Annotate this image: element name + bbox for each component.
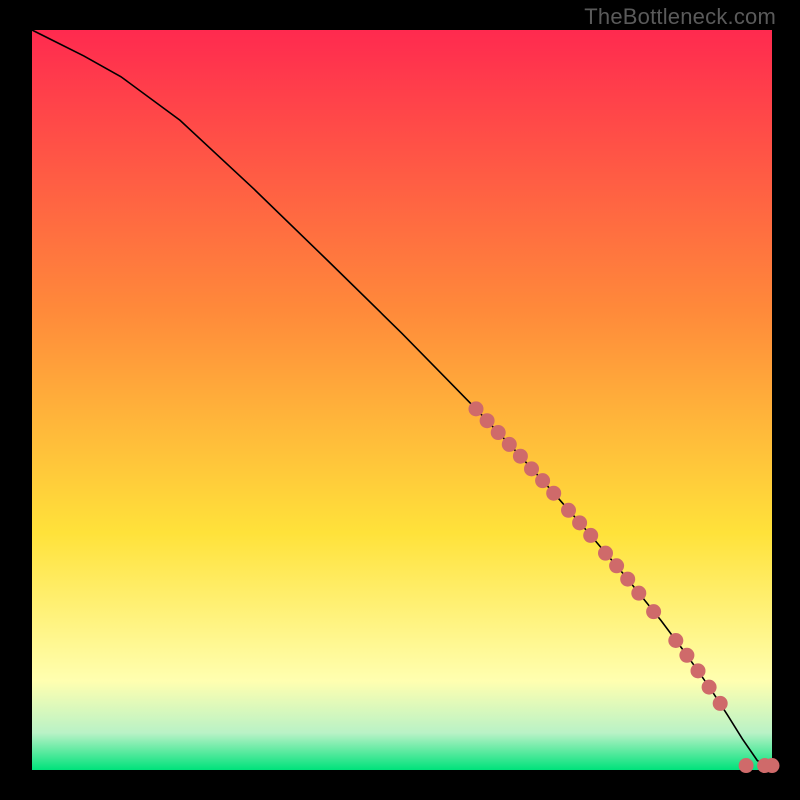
marker-point: [765, 758, 780, 773]
marker-point: [502, 437, 517, 452]
marker-point: [620, 572, 635, 587]
chart-stage: TheBottleneck.com: [0, 0, 800, 800]
marker-point: [713, 696, 728, 711]
marker-point: [535, 473, 550, 488]
marker-point: [513, 449, 528, 464]
marker-point: [480, 413, 495, 428]
marker-point: [524, 461, 539, 476]
plot-background: [32, 30, 772, 770]
marker-point: [646, 604, 661, 619]
marker-point: [469, 401, 484, 416]
marker-point: [668, 633, 683, 648]
marker-point: [691, 663, 706, 678]
chart-svg: [0, 0, 800, 800]
marker-point: [598, 546, 613, 561]
marker-point: [609, 558, 624, 573]
marker-point: [631, 586, 646, 601]
marker-point: [546, 486, 561, 501]
marker-point: [561, 503, 576, 518]
marker-point: [739, 758, 754, 773]
marker-point: [583, 528, 598, 543]
marker-point: [491, 425, 506, 440]
marker-point: [572, 515, 587, 530]
marker-point: [702, 680, 717, 695]
marker-point: [679, 648, 694, 663]
